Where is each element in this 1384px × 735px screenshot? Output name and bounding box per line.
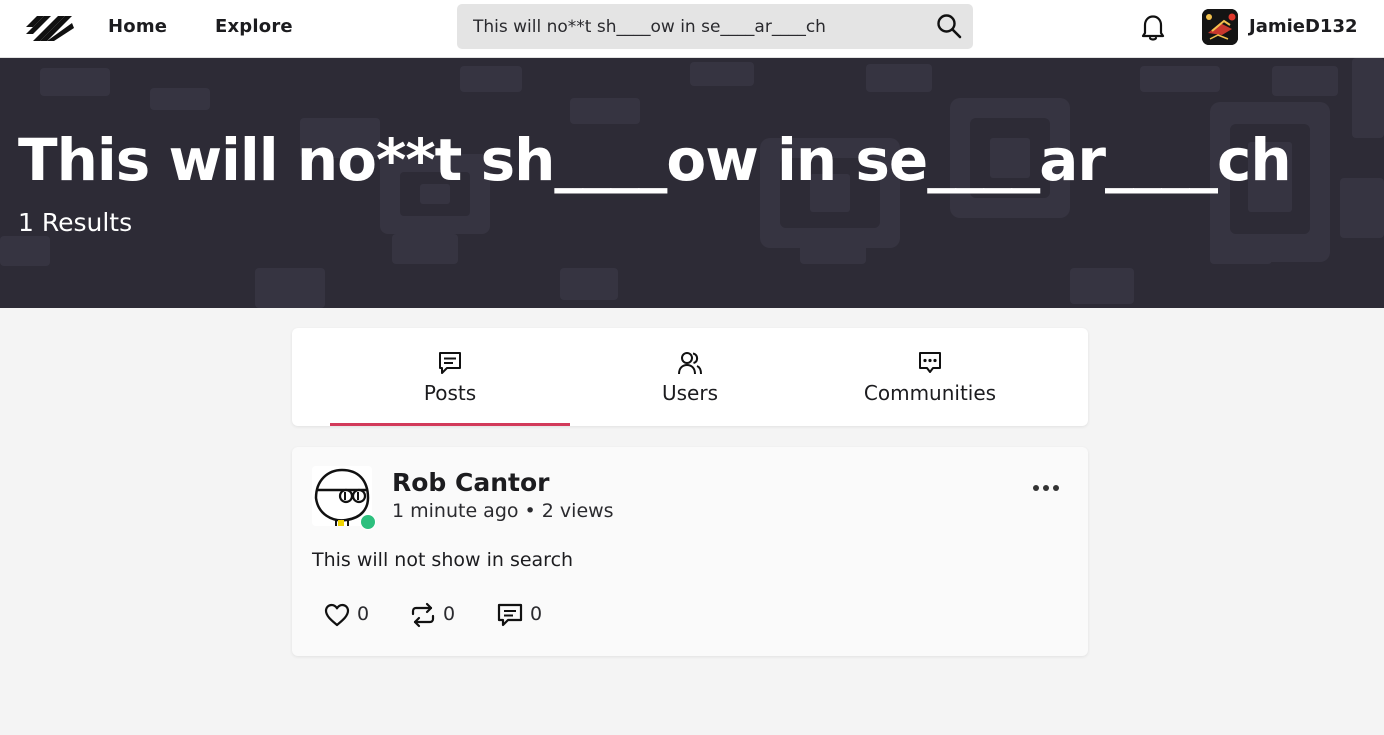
repost-count: 0 — [443, 603, 456, 625]
tab-users-label: Users — [661, 381, 718, 405]
search-bar — [457, 4, 973, 49]
results-count: 1 Results — [18, 208, 133, 237]
logo-icon[interactable] — [24, 10, 76, 46]
comment-button[interactable]: 0 — [496, 601, 556, 631]
tab-posts-label: Posts — [423, 381, 477, 405]
post-meta: 1 minute ago • 2 views — [392, 500, 614, 522]
active-tab-indicator — [330, 423, 570, 426]
repost-button[interactable]: 0 — [409, 601, 469, 631]
more-options-icon[interactable] — [1030, 477, 1062, 499]
nav-explore-link[interactable]: Explore — [215, 16, 293, 37]
username-link[interactable]: JamieD132 — [1249, 16, 1358, 37]
like-count: 0 — [357, 603, 370, 625]
heart-icon — [324, 603, 350, 627]
bell-icon[interactable] — [1139, 12, 1167, 42]
comment-count: 0 — [530, 603, 543, 625]
like-button[interactable]: 0 — [323, 601, 383, 631]
nav-home-link[interactable]: Home — [108, 16, 167, 37]
user-avatar[interactable] — [1202, 9, 1238, 45]
user-avatar-image — [1202, 9, 1238, 45]
users-icon — [678, 352, 702, 375]
search-input[interactable] — [473, 4, 923, 49]
posts-icon — [439, 352, 461, 374]
search-tabs: Posts Users Communities — [292, 328, 1088, 426]
tab-communities[interactable]: Communities — [810, 328, 1050, 426]
post-card: Rob Cantor 1 minute ago • 2 views This w… — [292, 447, 1088, 656]
post-body-text: This will not show in search — [312, 549, 574, 571]
top-navbar: Home Explore JamieD132 — [0, 0, 1384, 58]
tab-communities-label: Communities — [863, 381, 997, 405]
search-icon[interactable] — [936, 13, 962, 39]
search-results-title: This will no**t sh____ow in se____ar____… — [18, 126, 1292, 194]
comment-icon — [497, 603, 523, 627]
communities-icon — [919, 352, 941, 373]
tab-posts[interactable]: Posts — [330, 328, 570, 426]
post-author-name[interactable]: Rob Cantor — [392, 468, 550, 497]
search-hero-banner: This will no**t sh____ow in se____ar____… — [0, 58, 1384, 308]
online-status-indicator — [360, 514, 376, 530]
tab-users[interactable]: Users — [570, 328, 810, 426]
repost-icon — [411, 602, 435, 628]
